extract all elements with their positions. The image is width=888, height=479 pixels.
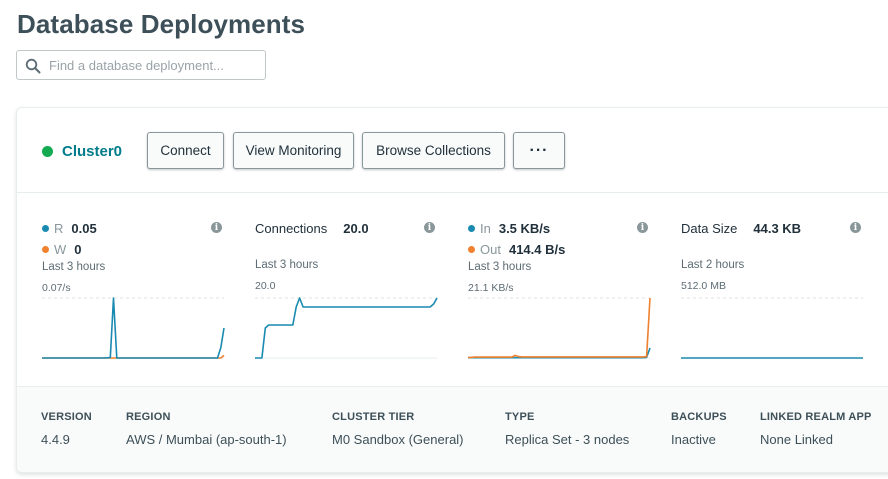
- cluster-card-footer: VERSION 4.4.9 REGION AWS / Mumbai (ap-so…: [17, 386, 888, 472]
- data-size-title: Data Size: [681, 221, 738, 236]
- writes-label: W: [54, 242, 67, 257]
- search-icon: [25, 58, 41, 74]
- linked-realm-app-value: None Linked: [760, 432, 833, 447]
- data-size-value: 44.3 KB: [753, 221, 802, 236]
- network-in-value: 3.5 KB/s: [498, 221, 551, 236]
- version-value: 4.4.9: [41, 432, 70, 447]
- linked-realm-app-label: LINKED REALM APP: [760, 411, 872, 423]
- writes-value: 0: [74, 242, 82, 257]
- ops-timeframe: Last 3 hours: [42, 261, 106, 273]
- network-in-dot: [468, 225, 475, 232]
- info-icon[interactable]: i: [211, 222, 222, 233]
- footer-linked-realm-app: LINKED REALM APP None Linked: [760, 411, 872, 447]
- writes-dot: [42, 246, 49, 253]
- version-label: VERSION: [41, 411, 92, 423]
- cluster-tier-value: M0 Sandbox (General): [332, 432, 464, 447]
- search-input[interactable]: [49, 55, 259, 75]
- type-value: Replica Set - 3 nodes: [505, 432, 630, 447]
- ops-reads-line: [42, 297, 225, 359]
- footer-region: REGION AWS / Mumbai (ap-south-1): [126, 411, 287, 447]
- metric-operations[interactable]: R 0.05 W 0 Last 3 hours 0.07/s i: [17, 193, 230, 386]
- legend-network-in: In 3.5 KB/s: [468, 221, 550, 236]
- footer-cluster-tier: CLUSTER TIER M0 Sandbox (General): [332, 411, 464, 447]
- footer-backups: BACKUPS Inactive: [671, 411, 727, 447]
- info-icon[interactable]: i: [424, 222, 435, 233]
- reads-dot: [42, 225, 49, 232]
- connections-header: Connections 20.0: [255, 221, 369, 236]
- search-box[interactable]: [16, 50, 266, 80]
- legend-writes: W 0: [42, 242, 82, 257]
- metric-network[interactable]: In 3.5 KB/s Out 414.4 B/s Last 3 hours 2…: [443, 193, 656, 386]
- network-out-label: Out: [480, 242, 501, 257]
- info-icon[interactable]: i: [637, 222, 648, 233]
- reads-label: R: [54, 221, 64, 236]
- metric-data-size[interactable]: Data Size 44.3 KB Last 2 hours 512.0 MB …: [656, 193, 869, 386]
- legend-network-out: Out 414.4 B/s: [468, 242, 565, 257]
- network-in-label: In: [480, 221, 491, 236]
- connections-timeframe: Last 3 hours: [255, 259, 319, 271]
- connections-title: Connections: [255, 221, 328, 236]
- type-label: TYPE: [505, 411, 535, 423]
- network-out-line: [468, 297, 651, 359]
- cluster-card: Cluster0 Connect View Monitoring Browse …: [16, 107, 888, 473]
- backups-label: BACKUPS: [671, 411, 727, 423]
- network-out-value: 414.4 B/s: [508, 242, 566, 257]
- region-label: REGION: [126, 411, 171, 423]
- connections-line: [255, 297, 438, 359]
- connections-sparkline: [255, 297, 438, 359]
- data-size-timeframe: Last 2 hours: [681, 259, 745, 271]
- backups-value: Inactive: [671, 432, 716, 447]
- footer-version: VERSION 4.4.9: [41, 411, 92, 447]
- data-size-header: Data Size 44.3 KB: [681, 221, 801, 236]
- connections-value: 20.0: [343, 221, 369, 236]
- cluster-card-header: Cluster0 Connect View Monitoring Browse …: [17, 108, 888, 193]
- view-monitoring-button[interactable]: View Monitoring: [233, 132, 354, 169]
- legend-reads: R 0.05: [42, 221, 97, 236]
- info-icon[interactable]: i: [850, 222, 861, 233]
- cluster-status-indicator: [42, 146, 53, 157]
- cluster-name-link[interactable]: Cluster0: [62, 143, 122, 160]
- metric-connections[interactable]: Connections 20.0 Last 3 hours 20.0 i: [230, 193, 443, 386]
- page-title: Database Deployments: [17, 9, 306, 39]
- footer-type: TYPE Replica Set - 3 nodes: [505, 411, 629, 447]
- connect-button[interactable]: Connect: [147, 132, 224, 169]
- network-sparkline: [468, 297, 651, 359]
- reads-value: 0.05: [71, 221, 97, 236]
- browse-collections-button[interactable]: Browse Collections: [362, 132, 505, 169]
- ops-sparkline: [42, 297, 225, 359]
- network-out-dot: [468, 246, 475, 253]
- data-size-sparkline: [681, 297, 863, 359]
- network-timeframe: Last 3 hours: [468, 261, 532, 273]
- more-options-button[interactable]: ···: [513, 132, 565, 169]
- cluster-tier-label: CLUSTER TIER: [332, 411, 415, 423]
- region-value: AWS / Mumbai (ap-south-1): [126, 432, 287, 447]
